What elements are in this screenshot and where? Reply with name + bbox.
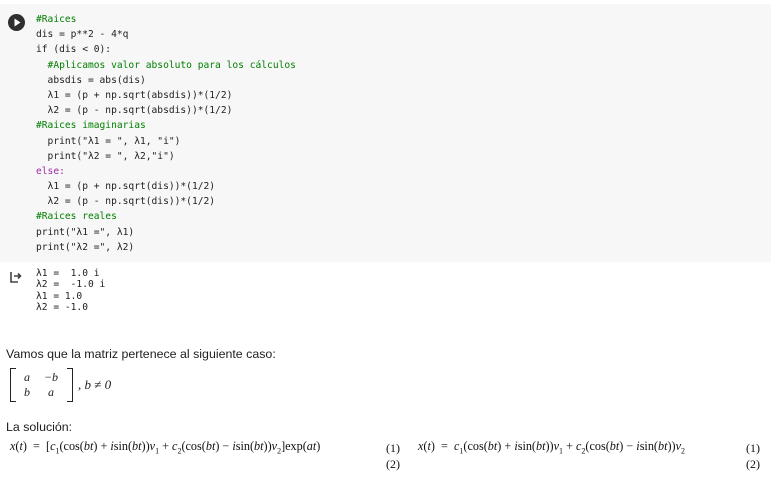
code-line: λ1 = (p + np.sqrt(dis))*(1/2) xyxy=(36,181,216,193)
code-line: λ2 = (p - np.sqrt(dis))*(1/2) xyxy=(36,196,216,208)
matrix-intro-text: Vamos que la matriz pertenece al siguien… xyxy=(6,347,276,361)
matrix-cell: b xyxy=(24,385,30,399)
code-line: print("λ1 = ", λ1, "i") xyxy=(36,135,181,147)
left-bracket xyxy=(10,368,16,402)
solution-equation-2: x(t) = c1(cos(bt) + isin(bt))v1 + c2(cos… xyxy=(418,439,685,456)
output-line: λ1 = 1.0 xyxy=(36,290,83,302)
output-arrow-icon xyxy=(10,272,22,283)
matrix-condition: , b ≠ 0 xyxy=(78,377,112,392)
code-cell[interactable]: #Raices dis = p**2 - 4*q if (dis < 0): #Ap… xyxy=(0,4,771,262)
equation-number: (1) xyxy=(746,441,760,455)
equation-number: (2) xyxy=(386,457,400,471)
code-line: if (dis < 0): xyxy=(36,44,112,56)
code-line: #Raices imaginarias xyxy=(36,120,146,132)
code-line: λ1 = (p + np.sqrt(absdis))*(1/2) xyxy=(36,89,233,101)
code-line: #Raices reales xyxy=(36,211,117,223)
equation-number: (2) xyxy=(746,457,760,471)
equation-number: (1) xyxy=(386,441,400,455)
code-editor[interactable]: #Raices dis = p**2 - 4*q if (dis < 0): #Ap… xyxy=(36,12,296,255)
output-line: λ1 = 1.0 i xyxy=(36,268,100,279)
code-line: absdis = abs(dis) xyxy=(36,74,146,86)
matrix-cell: a xyxy=(24,370,30,384)
code-line: λ2 = (p - np.sqrt(absdis))*(1/2) xyxy=(36,105,233,117)
code-line: else: xyxy=(36,165,65,177)
right-bracket xyxy=(67,368,73,402)
output-line: λ2 = -1.0 i xyxy=(36,279,106,291)
cell-output: λ1 = 1.0 i λ2 = -1.0 i λ1 = 1.0 λ2 = -1.0 xyxy=(36,268,105,314)
play-circle-icon[interactable] xyxy=(8,14,25,31)
solution-equation-1: x(t) = [c1(cos(bt) + isin(bt))v1 + c2(co… xyxy=(10,439,321,456)
matrix-cell: a xyxy=(48,385,54,399)
code-line: #Aplicamos valor absoluto para los cálcu… xyxy=(36,59,296,71)
code-line: dis = p**2 - 4*q xyxy=(36,29,129,41)
solution-label: La solución: xyxy=(6,420,73,434)
matrix-cell: −b xyxy=(43,370,59,384)
code-line: print("λ2 = ", λ2,"i") xyxy=(36,150,175,162)
code-line: print("λ1 =", λ1) xyxy=(36,226,135,238)
code-line: print("λ2 =", λ2) xyxy=(36,241,135,253)
output-line: λ2 = -1.0 xyxy=(36,302,88,314)
code-line: #Raices xyxy=(36,14,77,25)
